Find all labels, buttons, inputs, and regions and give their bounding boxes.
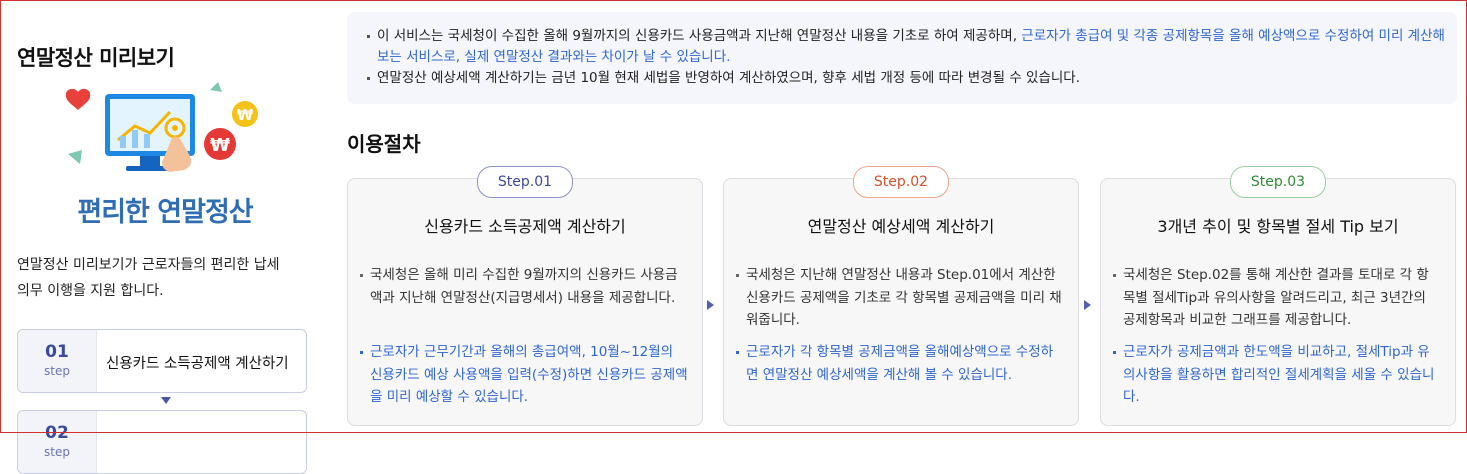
notice-text: 이 서비스는 국세청이 수집한 올해 9월까지의 신용카드 사용금액과 지난해 …	[377, 28, 1022, 44]
sidebar-step-01[interactable]: 01 step 신용카드 소득공제액 계산하기	[17, 329, 307, 393]
step-badge: Step.03	[1230, 166, 1326, 198]
step-title: 3개년 추이 및 항목별 절세 Tip 보기	[1157, 217, 1399, 236]
step-guide: 근로자가 각 항목별 공제금액을 올해예상액으로 수정하면 연말정산 예상세액을…	[736, 341, 1064, 386]
notice-item: 연말정산 예상세액 계산하기는 금년 10월 현재 세법을 반영하여 계산하였으…	[365, 68, 1457, 89]
sidebar-subtitle: 편리한 연말정산	[77, 197, 253, 228]
arrow-down-icon	[161, 397, 171, 404]
step-badge: Step.02	[853, 166, 949, 198]
step-description: 국세청은 지난해 연말정산 내용과 Step.01에서 계산한 신용카드 공제액…	[736, 264, 1064, 332]
tax-illustration-icon: ₩ ₩	[65, 82, 258, 172]
step-title: 신용카드 소득공제액 계산하기	[424, 217, 626, 236]
step-number: 01	[45, 342, 69, 362]
sidebar: 연말정산 미리보기 ₩ ₩ 편리한 연말정산 연말정산 미리보기가 근로자들의 …	[0, 0, 330, 474]
step-number-label: step	[44, 445, 70, 459]
notice-list: 이 서비스는 국세청이 수집한 올해 9월까지의 신용카드 사용금액과 지난해 …	[347, 12, 1457, 89]
sidebar-description-line: 연말정산 미리보기가 근로자들의 편리한 납세	[17, 257, 280, 273]
svg-text:₩: ₩	[237, 106, 254, 124]
step-guide: 근로자가 근무기간과 올해의 총급여액, 10월~12월의 신용카드 예상 사용…	[360, 341, 688, 409]
step-badge: Step.01	[477, 166, 573, 198]
step-number-box: 02 step	[18, 411, 97, 473]
step-number-box: 01 step	[18, 330, 97, 392]
arrow-right-icon	[707, 300, 714, 310]
sidebar-step-02[interactable]: 02 step	[17, 410, 307, 474]
sidebar-description-line: 의무 이행을 지원 합니다.	[17, 283, 164, 299]
notice-text: 연말정산 예상세액 계산하기는 금년 10월 현재 세법을 반영하여 계산하였으…	[377, 70, 1081, 86]
step-panel-01: Step.01 신용카드 소득공제액 계산하기 국세청은 올해 미리 수집한 9…	[347, 166, 703, 426]
step-panel-03: Step.03 3개년 추이 및 항목별 절세 Tip 보기 국세청은 Step…	[1100, 166, 1456, 426]
step-description: 국세청은 Step.02를 통해 계산한 결과를 토대로 각 항목별 절세Tip…	[1113, 264, 1441, 332]
arrow-right-icon	[1084, 300, 1091, 310]
step-label: 신용카드 소득공제액 계산하기	[106, 356, 289, 372]
step-number-label: step	[44, 364, 70, 378]
step-panel-02: Step.02 연말정산 예상세액 계산하기 국세청은 지난해 연말정산 내용과…	[723, 166, 1079, 426]
section-title: 이용절차	[347, 132, 421, 156]
step-number: 02	[45, 423, 69, 443]
step-title: 연말정산 예상세액 계산하기	[807, 217, 995, 236]
step-description: 국세청은 올해 미리 수집한 9월까지의 신용카드 사용금액과 지난해 연말정산…	[360, 264, 688, 309]
service-notice: 이 서비스는 국세청이 수집한 올해 9월까지의 신용카드 사용금액과 지난해 …	[347, 12, 1457, 104]
page-title: 연말정산 미리보기	[17, 46, 175, 70]
sidebar-description: 연말정산 미리보기가 근로자들의 편리한 납세 의무 이행을 지원 합니다.	[17, 252, 317, 304]
step-guide: 근로자가 공제금액과 한도액을 비교하고, 절세Tip과 유의사항을 활용하면 …	[1113, 341, 1441, 409]
svg-text:₩: ₩	[210, 135, 230, 156]
notice-item: 이 서비스는 국세청이 수집한 올해 9월까지의 신용카드 사용금액과 지난해 …	[365, 26, 1457, 68]
